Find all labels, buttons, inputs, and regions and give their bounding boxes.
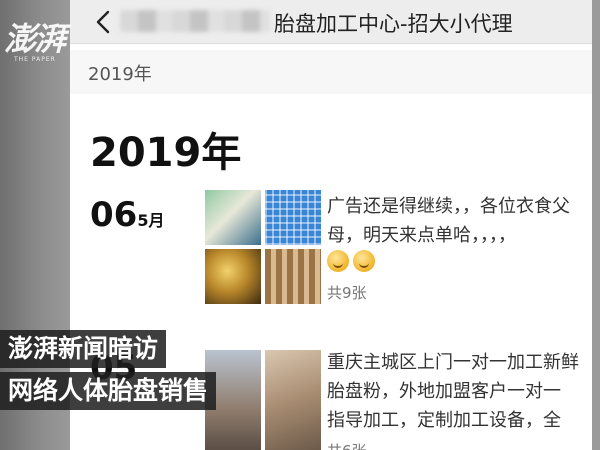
emoji-row (327, 250, 379, 276)
post-text-line: 胎盘粉，外地加盟客户一对一 (327, 381, 561, 402)
post-thumbnail[interactable] (265, 350, 321, 450)
grin-emoji-icon (353, 250, 375, 272)
post-thumbnail-grid[interactable] (205, 190, 321, 304)
post-day: 06 (90, 195, 138, 235)
page-title: 胎盘加工中心-招大小代理 (274, 12, 513, 36)
post-text-line: 指导加工，定制加工设备，全 (327, 410, 561, 431)
post-text[interactable]: 广告还是得继续，，各位衣食父 母，明天来点单哈，，，， (327, 192, 592, 250)
photo-count: 共6张 (327, 440, 367, 450)
video-right-band (592, 0, 600, 450)
grin-emoji-icon (327, 250, 349, 272)
post-month: 5月 (137, 211, 165, 230)
blurred-account-name (120, 10, 270, 32)
post-thumbnail[interactable] (265, 190, 321, 245)
news-caption-line: 网络人体胎盘销售 (0, 372, 217, 410)
post-text[interactable]: 重庆主城区上门一对一加工新鲜 胎盘粉，外地加盟客户一对一 指导加工，定制加工设备… (327, 348, 592, 435)
year-header: 2019年 (88, 64, 152, 85)
back-chevron-icon[interactable] (92, 8, 116, 36)
photo-count: 共9张 (327, 284, 367, 302)
post-thumbnail[interactable] (205, 190, 261, 245)
post-date: 065月 (90, 195, 164, 235)
post-thumbnail[interactable] (205, 249, 261, 304)
post-text-line: 广告还是得继续，，各位衣食父 (327, 196, 570, 217)
chat-header: 胎盘加工中心-招大小代理 (70, 0, 592, 44)
post-thumbnail[interactable] (265, 249, 321, 304)
watermark-subtitle: THE PAPER (14, 56, 56, 63)
year-heading: 2019年 (90, 130, 242, 176)
news-caption-line: 澎湃新闻暗访 (0, 330, 167, 368)
post-thumbnail-grid[interactable] (205, 350, 321, 450)
post-text-line: 重庆主城区上门一对一加工新鲜 (327, 352, 579, 373)
post-text-line: 母，明天来点单哈，，，， (327, 225, 516, 246)
watermark-logo: 澎湃 (4, 20, 66, 58)
